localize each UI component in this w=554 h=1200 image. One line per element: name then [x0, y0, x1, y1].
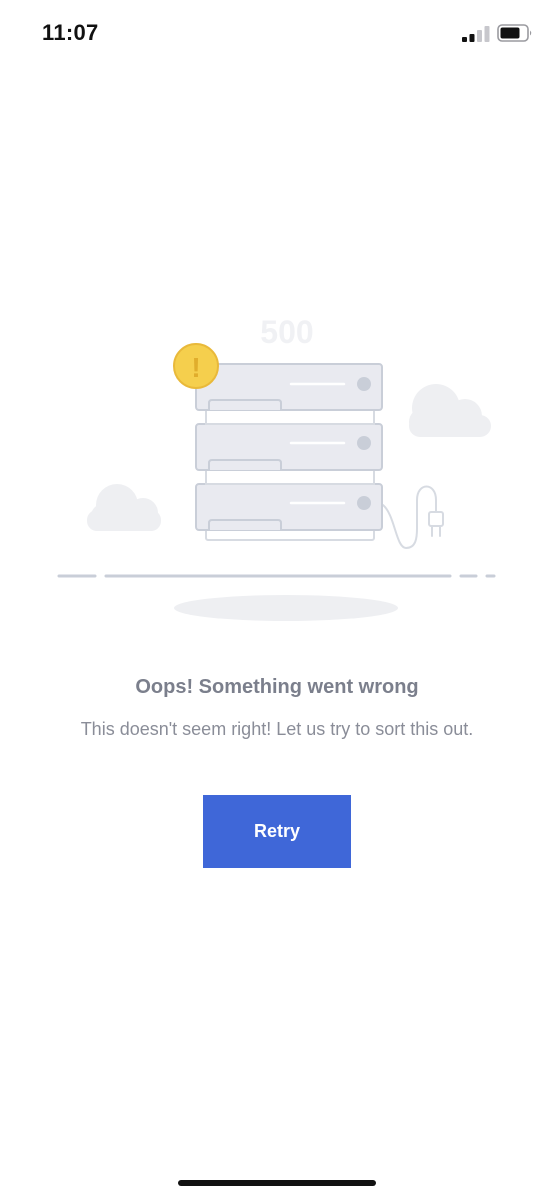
home-indicator[interactable] [178, 1180, 376, 1186]
cloud-icon [87, 484, 161, 531]
illustration-shadow [174, 595, 398, 621]
warning-icon: ! [173, 343, 219, 389]
power-plug-icon [382, 485, 444, 550]
battery-icon [497, 24, 532, 42]
cellular-signal-icon [462, 26, 490, 42]
status-bar: 11:07 [0, 0, 554, 70]
retry-button[interactable]: Retry [203, 795, 351, 868]
warning-symbol: ! [191, 352, 200, 383]
error-code-text: 500 [260, 314, 313, 350]
cloud-icon [409, 384, 491, 437]
error-title: Oops! Something went wrong [135, 676, 419, 698]
server-stack-icon [195, 363, 383, 541]
error-message: This doesn't seem right! Let us try to s… [80, 719, 474, 739]
server-error-illustration: 500 ! [57, 314, 496, 621]
status-time: 11:07 [42, 20, 99, 45]
